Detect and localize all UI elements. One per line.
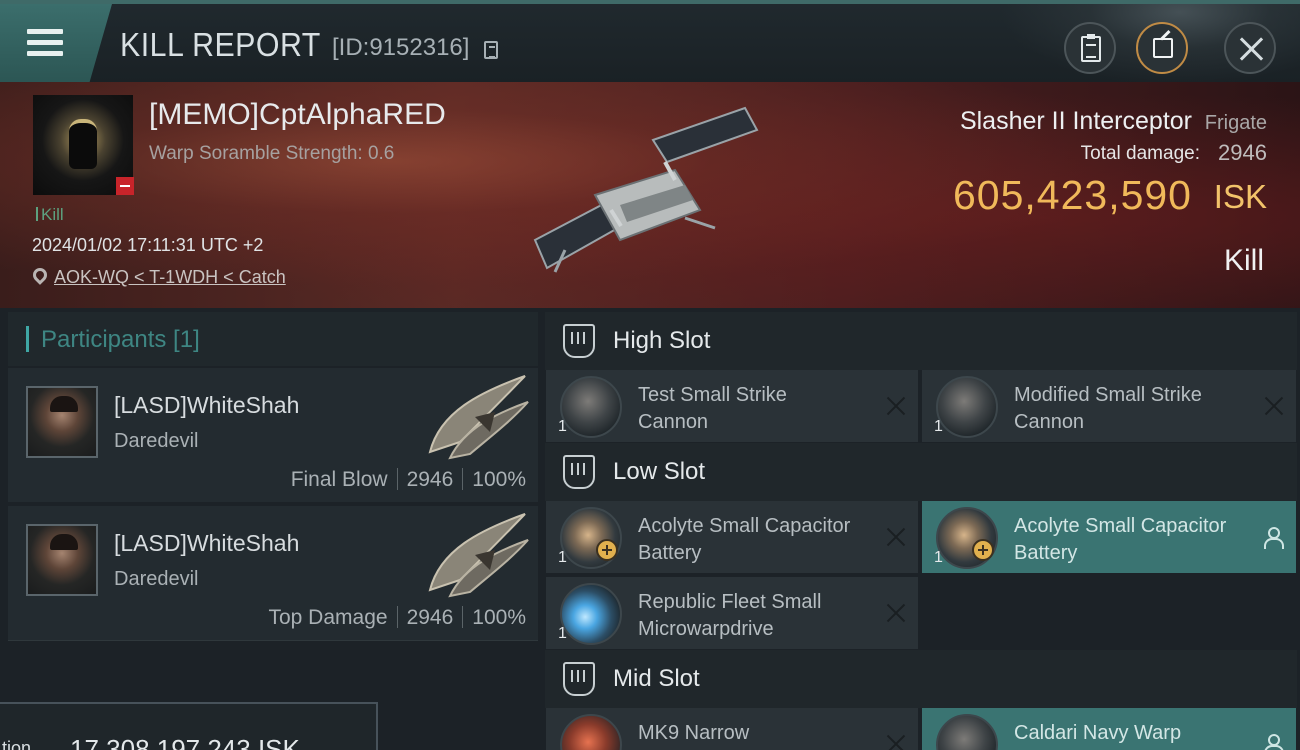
low-slot-title: Low Slot	[613, 458, 706, 485]
module-icon	[560, 714, 622, 750]
cannon-icon	[936, 376, 998, 438]
destroyed-x-icon	[886, 734, 906, 750]
participant-name[interactable]: [LASD]WhiteShah	[114, 392, 299, 419]
isk-value: 605,423,590	[952, 172, 1192, 218]
module-quantity: 1	[558, 625, 567, 642]
dropped-person-icon	[1264, 527, 1284, 549]
module-item[interactable]: 1 Test Small Strike Cannon	[546, 370, 918, 442]
close-button[interactable]	[1224, 22, 1276, 74]
plus-badge-icon	[596, 539, 618, 561]
victim-ship-image	[533, 106, 759, 273]
participant-stats: Top Damage 2946 100%	[268, 606, 526, 630]
participant-portrait[interactable]	[26, 524, 98, 596]
participant-name[interactable]: [LASD]WhiteShah	[114, 530, 299, 557]
module-item[interactable]: 1 Acolyte Small Capacitor Battery	[922, 501, 1296, 573]
plus-badge-icon	[972, 539, 994, 561]
share-icon	[1153, 38, 1173, 58]
share-button[interactable]	[1136, 22, 1188, 74]
mid-slot-header: Mid Slot	[545, 650, 1297, 708]
total-damage-value: 2946	[1218, 140, 1267, 165]
total-damage-label: Total damage:	[1080, 143, 1200, 164]
destroyed-x-icon	[886, 603, 906, 623]
participant-ship: Daredevil	[114, 430, 199, 452]
victim-name[interactable]: [MEMO]CptAlphaRED	[149, 98, 446, 132]
participant-row[interactable]: [LASD]WhiteShah Daredevil Top Damage 2946…	[8, 506, 538, 640]
capacitor-battery-icon	[936, 507, 998, 569]
kill-location-link[interactable]: AOK-WQ < T-1WDH < Catch	[54, 267, 286, 288]
low-slot-icon	[563, 455, 595, 489]
low-slot-header: Low Slot	[545, 443, 1297, 501]
tooltip-value: 17,308,197,243 ISK	[70, 734, 300, 750]
participant-role: Top Damage	[268, 606, 388, 629]
victim-ship-class: Frigate	[1204, 112, 1267, 134]
participant-percent: 100%	[472, 468, 526, 491]
report-id: [ID:9152316]	[332, 34, 470, 61]
participant-ship-image	[428, 513, 529, 598]
result-label: Kill	[1223, 244, 1264, 277]
top-bar: KILL REPORT [ID:9152316]	[0, 0, 1300, 86]
participant-portrait[interactable]	[26, 386, 98, 458]
module-name: Acolyte Small Capacitor Battery	[1014, 515, 1227, 564]
destroyed-x-icon	[1264, 396, 1284, 416]
module-item[interactable]: MK9 Narrow	[546, 708, 918, 750]
kill-tag: Kill	[36, 205, 64, 225]
module-name: Modified Small Strike Cannon	[1014, 384, 1202, 433]
module-item[interactable]: Caldari Navy Warp	[922, 708, 1296, 750]
dropped-person-icon	[1264, 734, 1284, 750]
tooltip-label: tion	[2, 738, 32, 750]
clipboard-icon	[1081, 34, 1101, 62]
participant-damage: 2946	[406, 468, 454, 491]
close-icon	[1238, 36, 1264, 62]
participants-title: Participants [1]	[41, 326, 200, 353]
participant-ship: Daredevil	[114, 568, 199, 590]
module-quantity: 1	[558, 418, 567, 435]
module-name: MK9 Narrow	[638, 722, 750, 744]
high-slot-title: High Slot	[613, 327, 711, 354]
copy-id-icon[interactable]	[484, 41, 498, 59]
page-title: KILL REPORT	[120, 26, 321, 63]
module-name: Test Small Strike Cannon	[638, 384, 787, 433]
module-quantity: 1	[934, 549, 943, 566]
standing-badge	[116, 177, 134, 195]
module-name: Caldari Navy Warp	[1014, 722, 1182, 744]
module-name: Republic Fleet Small Microwarpdrive	[638, 591, 822, 640]
destroyed-x-icon	[886, 527, 906, 547]
participants-header: Participants [1]	[8, 312, 538, 366]
high-slot-icon	[563, 324, 595, 358]
clipboard-button[interactable]	[1064, 22, 1116, 74]
module-item[interactable]: 1 Republic Fleet Small Microwarpdrive	[546, 577, 918, 649]
module-item[interactable]: 1 Modified Small Strike Cannon	[922, 370, 1296, 442]
kill-timestamp: 2024/01/02 17:11:31 UTC +2	[32, 235, 264, 255]
warp-scramble-strength: Warp Soramble Strength: 0.6	[149, 143, 395, 164]
isk-unit: ISK	[1213, 178, 1267, 215]
cannon-icon	[560, 376, 622, 438]
participant-percent: 100%	[472, 606, 526, 629]
participant-damage: 2946	[406, 606, 454, 629]
menu-button[interactable]	[0, 4, 112, 82]
menu-icon	[27, 29, 63, 34]
module-name: Acolyte Small Capacitor Battery	[638, 515, 851, 564]
total-value-tooltip: tion 17,308,197,243 ISK	[0, 702, 378, 750]
mid-slot-icon	[563, 662, 595, 696]
capacitor-battery-icon	[560, 507, 622, 569]
participant-stats: Final Blow 2946 100%	[291, 468, 526, 492]
module-quantity: 1	[934, 418, 943, 435]
high-slot-header: High Slot	[545, 312, 1297, 370]
participant-row[interactable]: [LASD]WhiteShah Daredevil Final Blow 2946…	[8, 368, 538, 502]
divider	[8, 640, 538, 641]
victim-ship-name[interactable]: Slasher II Interceptor	[960, 107, 1192, 136]
microwarpdrive-icon	[560, 583, 622, 645]
module-quantity: 1	[558, 549, 567, 566]
participant-role: Final Blow	[290, 468, 388, 491]
participant-ship-image	[428, 375, 529, 460]
mid-slot-title: Mid Slot	[613, 665, 700, 692]
warp-module-icon	[936, 714, 998, 750]
destroyed-x-icon	[886, 396, 906, 416]
module-item[interactable]: 1 Acolyte Small Capacitor Battery	[546, 501, 918, 573]
